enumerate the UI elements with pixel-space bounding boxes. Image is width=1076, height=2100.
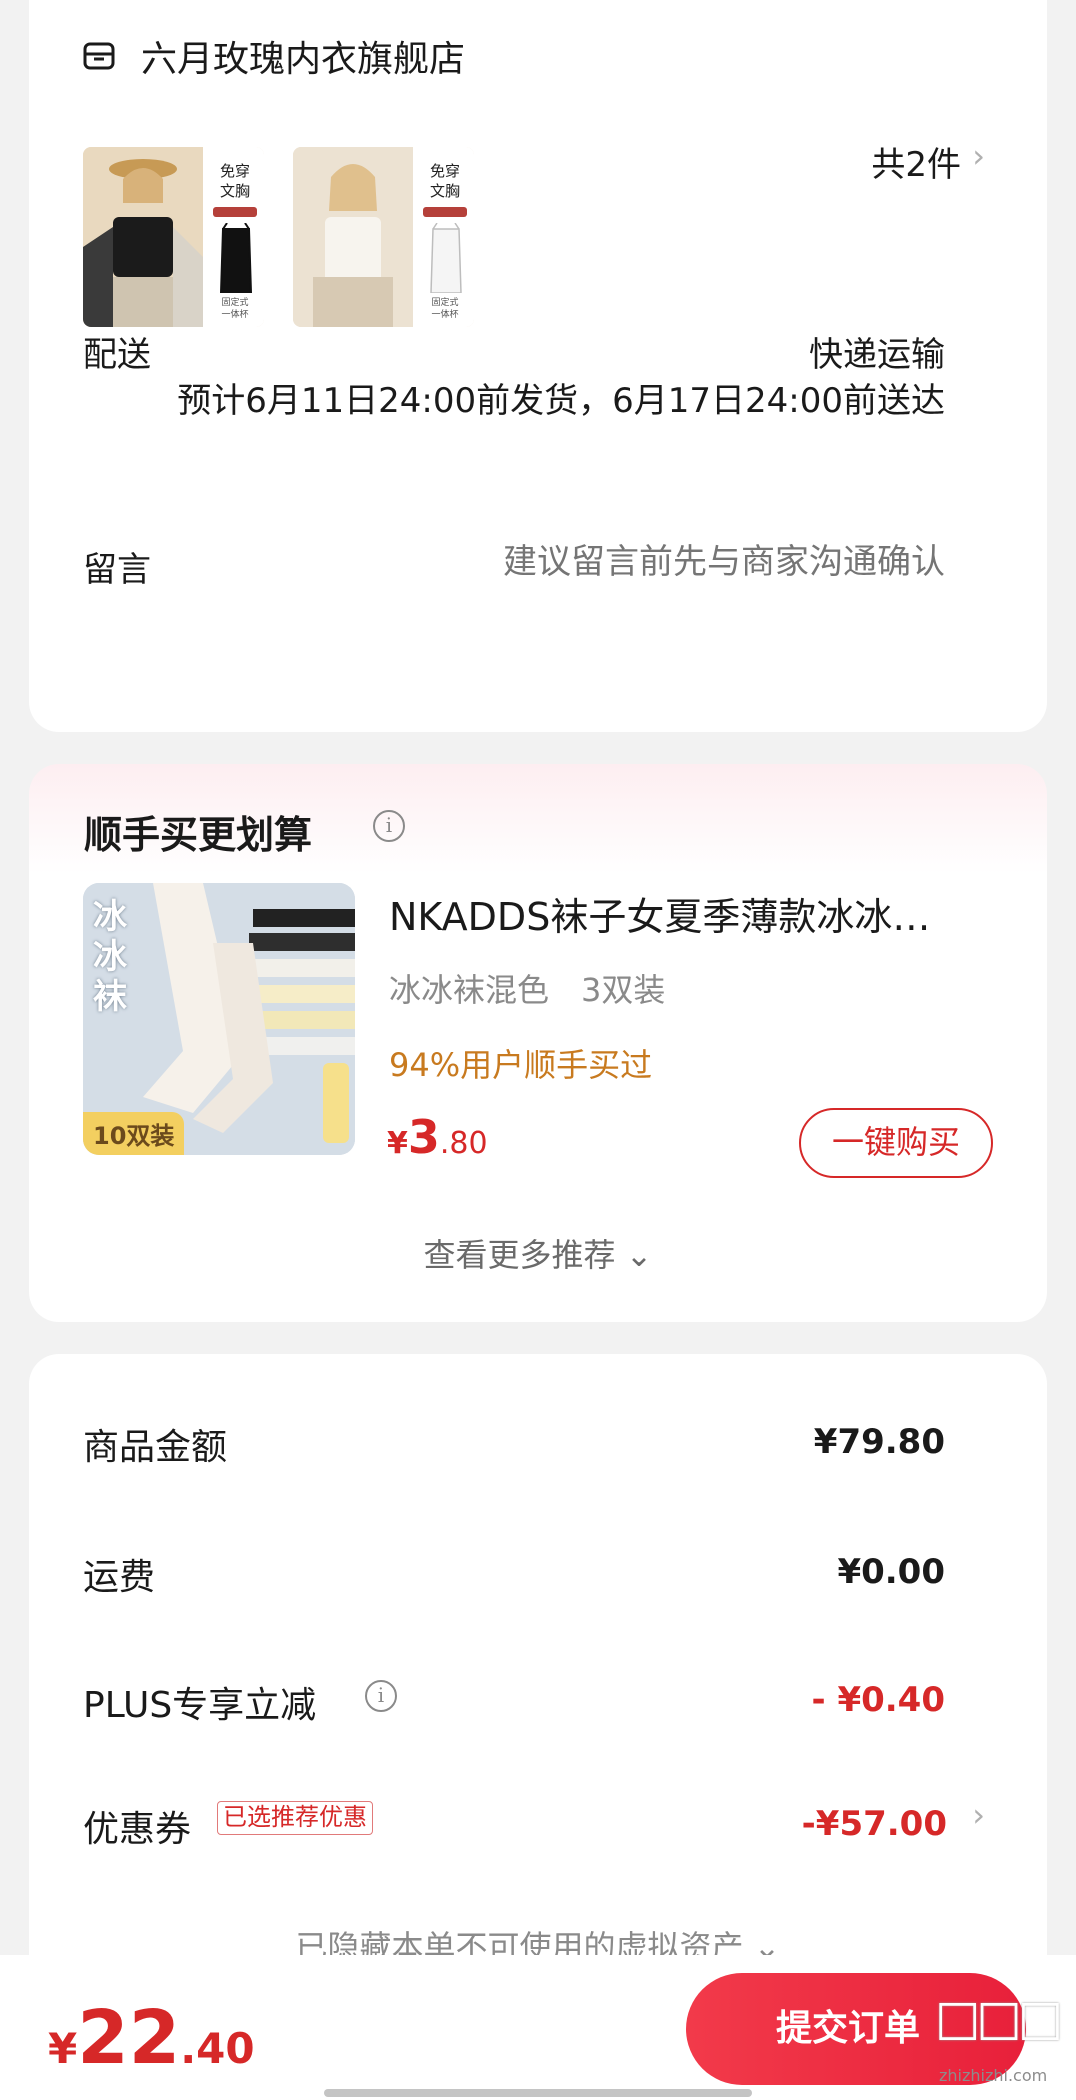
plus-discount-label: PLUS专享立减 <box>83 1685 317 1726</box>
shop-name[interactable]: 六月玫瑰内衣旗舰店 <box>141 30 465 82</box>
home-indicator[interactable] <box>324 2089 752 2097</box>
shop-card: 六月玫瑰内衣旗舰店 免穿 文胸 固定式 一体杯 免穿 文胸 固定式 一体杯 共2… <box>29 0 1047 732</box>
shop-icon <box>83 42 115 70</box>
coupon-value[interactable]: -¥57.00 <box>802 1804 947 1844</box>
upsell-product-spec: 冰冰袜混色 3双装 <box>389 971 666 1009</box>
shipping-label: 运费 <box>83 1557 156 1598</box>
order-total: ¥22.40 <box>48 1995 255 2081</box>
delivery-eta: 预计6月11日24:00前发货，6月17日24:00前送达 <box>177 381 945 421</box>
upsell-title: 顺手买更划算 <box>84 813 313 857</box>
product-tag-text: 免穿 文胸 <box>429 162 460 200</box>
plus-discount-value: - ¥0.40 <box>811 1680 946 1720</box>
watermark-logo: □□□ zhizhizhi.com <box>935 1990 1071 2098</box>
product-thumbnail[interactable]: 免穿 文胸 固定式 一体杯 <box>83 147 264 327</box>
info-icon[interactable]: i <box>373 810 405 842</box>
message-label: 留言 <box>83 550 151 590</box>
upsell-product-image[interactable]: 冰 冰 袜 10双装 <box>83 883 355 1155</box>
coupon-selected-badge: 已选推荐优惠 <box>217 1801 373 1835</box>
more-recommendations-link[interactable]: 查看更多推荐 ⌄ <box>29 1230 1047 1276</box>
upsell-image-text: 冰 冰 袜 <box>93 897 127 1017</box>
upsell-social-proof: 94%用户顺手买过 <box>389 1046 653 1084</box>
coupon-label: 优惠券 <box>83 1809 192 1850</box>
upsell-image-tag: 10双装 <box>83 1112 185 1155</box>
subtotal-label: 商品金额 <box>83 1427 228 1468</box>
price-decimal: .80 <box>439 1126 488 1161</box>
product-tag-text: 免穿 文胸 <box>219 162 250 200</box>
total-decimal: .40 <box>180 2024 255 2073</box>
shipping-value: ¥0.00 <box>837 1552 945 1592</box>
product-badge <box>213 207 257 217</box>
watermark-mark: □□□ <box>935 1990 1063 2046</box>
info-icon[interactable]: i <box>365 1680 397 1712</box>
watermark-url: zhizhizhi.com <box>939 2066 1048 2085</box>
product-foot-text: 固定式 一体杯 <box>431 298 459 320</box>
delivery-label: 配送 <box>83 335 151 375</box>
product-thumbnail[interactable]: 免穿 文胸 固定式 一体杯 <box>293 147 474 327</box>
product-badge <box>423 207 467 217</box>
chevron-right-icon[interactable]: › <box>972 1796 985 1834</box>
black-camisole-icon <box>219 223 253 293</box>
checkout-bar: ¥22.40 提交订单 <box>0 1955 1076 2100</box>
price-integer: 3 <box>407 1110 440 1164</box>
product-foot-text: 固定式 一体杯 <box>221 298 249 320</box>
upsell-card: 顺手买更划算 i 冰 冰 袜 10双装 NKADDS袜子女夏季薄款冰冰… 冰冰袜… <box>29 764 1047 1322</box>
product-photo-white-camisole <box>293 147 413 327</box>
upsell-price: ¥3.80 <box>387 1110 488 1164</box>
product-photo-black-camisole <box>83 147 203 327</box>
white-camisole-icon <box>430 223 462 293</box>
item-count[interactable]: 共2件 <box>871 137 961 186</box>
currency-symbol: ¥ <box>48 2024 78 2073</box>
subtotal-value: ¥79.80 <box>813 1422 945 1462</box>
delivery-method: 快递运输 <box>809 335 945 375</box>
upsell-product-name[interactable]: NKADDS袜子女夏季薄款冰冰… <box>389 886 1009 941</box>
message-input[interactable] <box>345 542 945 582</box>
one-click-buy-button[interactable]: 一键购买 <box>799 1108 993 1178</box>
currency-symbol: ¥ <box>387 1126 408 1161</box>
chevron-right-icon[interactable]: › <box>972 137 985 175</box>
total-integer: 22 <box>77 1995 181 2081</box>
